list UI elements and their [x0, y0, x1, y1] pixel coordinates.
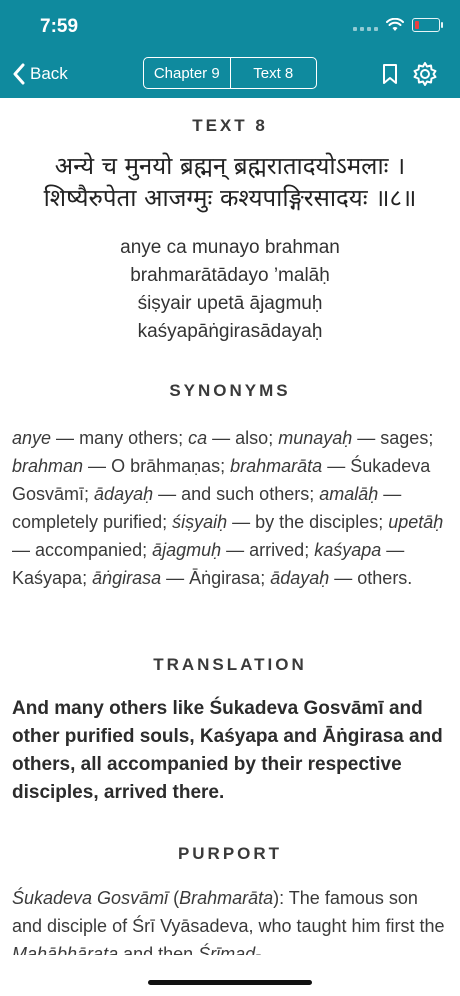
devanagari-line-2: शिष्यैरुपेता आजग्मुः कश्यपाङ्गिरसादयः ॥८… — [43, 184, 417, 212]
syn-word: amalāḥ — [319, 484, 379, 504]
syn-meaning: many others — [79, 428, 179, 448]
chapter-button[interactable]: Chapter 9 — [144, 58, 230, 88]
syn-word: ājagmuḥ — [152, 540, 222, 560]
syn-word: āṅgirasa — [92, 568, 162, 588]
syn-meaning: by the disciples — [255, 512, 379, 532]
syn-meaning: completely purified — [12, 512, 163, 532]
syn-meaning: O brāhmaṇas — [111, 456, 221, 476]
syn-meaning: also — [235, 428, 269, 448]
syn-meaning: accompanied — [35, 540, 143, 560]
translation-heading: TRANSLATION — [153, 655, 307, 674]
syn-word: anye — [12, 428, 52, 448]
bottom-mask — [0, 955, 460, 996]
purport-seg: Brahmarāta — [179, 888, 274, 908]
bookmark-button[interactable] — [376, 60, 404, 88]
purport-seg: ( — [168, 888, 180, 908]
syn-word: brahman — [12, 456, 84, 476]
devanagari-line-1: अन्ये च मुनयो ब्रह्मन् ब्रह्मरातादयोऽमला… — [54, 152, 406, 180]
translit-line-1: anye ca munayo brahman — [120, 237, 340, 258]
syn-word: brahmarāta — [230, 456, 323, 476]
syn-meaning: others. — [357, 568, 413, 588]
syn-word: upetāḥ — [388, 512, 444, 532]
syn-meaning: and such others — [181, 484, 310, 504]
synonyms-text: anye — many others; ca — also; munayaḥ —… — [12, 428, 444, 588]
chapter-text-selector: Chapter 9 Text 8 — [143, 57, 317, 89]
back-button[interactable]: Back — [12, 60, 68, 88]
syn-meaning: arrived — [249, 540, 305, 560]
battery-icon — [412, 18, 443, 32]
gear-icon — [413, 62, 437, 86]
syn-meaning: Kaśyapa — [12, 568, 83, 588]
status-time: 7:59 — [40, 16, 79, 37]
syn-meaning: Āṅgirasa — [189, 568, 261, 588]
verse-heading: TEXT 8 — [192, 116, 268, 135]
top-bar: 7:59 Back Chapter 9 Text 8 — [0, 0, 460, 98]
translit-line-3: śiṣyair upetā ājagmuḥ — [137, 293, 323, 314]
translation-text: And many others like Śukadeva Gosvāmī an… — [12, 698, 443, 803]
back-label: Back — [30, 64, 68, 83]
syn-word: ādayaḥ — [94, 484, 154, 504]
syn-word: kaśyapa — [314, 540, 382, 560]
translit-line-2: brahmarātādayo ’malāḥ — [130, 265, 330, 286]
status-indicators — [353, 18, 443, 32]
settings-button[interactable] — [411, 60, 439, 88]
home-indicator[interactable] — [148, 980, 312, 985]
synonyms-heading: SYNONYMS — [169, 381, 291, 400]
bookmark-icon — [383, 64, 397, 84]
purport-heading: PURPORT — [177, 844, 283, 863]
purport-seg: Śukadeva Gosvāmī — [12, 888, 169, 908]
syn-meaning: sages — [380, 428, 429, 448]
syn-word: ādayaḥ — [270, 568, 330, 588]
signal-icon — [353, 19, 378, 31]
text-button[interactable]: Text 8 — [229, 58, 317, 88]
wifi-icon — [386, 18, 404, 31]
translit-line-4: kaśyapāṅgirasādayaḥ — [137, 321, 323, 342]
syn-word: ca — [188, 428, 208, 448]
syn-word: śiṣyaiḥ — [172, 512, 228, 532]
back-chevron-icon — [13, 63, 25, 85]
syn-word: munayaḥ — [278, 428, 353, 448]
